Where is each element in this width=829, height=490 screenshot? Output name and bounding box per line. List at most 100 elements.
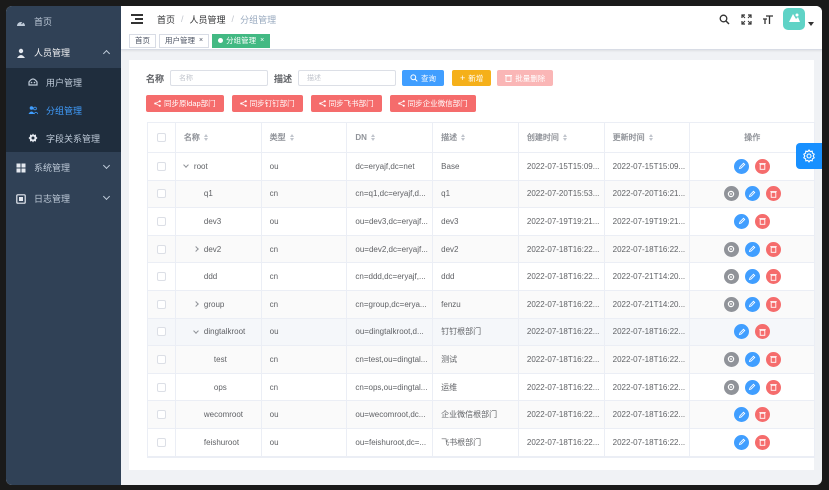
header-type[interactable]: 类型 bbox=[262, 123, 348, 152]
delete-row-button[interactable] bbox=[755, 158, 771, 174]
sync-ldap-button[interactable]: 同步原ldap部门 bbox=[146, 95, 224, 112]
table-row[interactable]: ddd cn cn=ddd,dc=eryajf,... ddd 2022-07-18T1… bbox=[148, 263, 814, 291]
row-checkbox[interactable] bbox=[156, 410, 166, 420]
tag-group-manage[interactable]: 分组管理 × bbox=[212, 33, 271, 48]
settings-row-button[interactable] bbox=[723, 379, 739, 395]
edit-row-button[interactable] bbox=[744, 269, 760, 285]
settings-row-button[interactable] bbox=[723, 296, 739, 312]
delete-row-button[interactable] bbox=[755, 434, 771, 450]
settings-row-button[interactable] bbox=[723, 269, 739, 285]
header-created[interactable]: 创建时间 bbox=[519, 123, 605, 152]
sync-dingtalk-button[interactable]: 同步钉钉部门 bbox=[231, 95, 303, 112]
row-checkbox[interactable] bbox=[156, 382, 166, 392]
expand-toggle-icon[interactable] bbox=[193, 328, 199, 334]
fullscreen-icon[interactable] bbox=[739, 12, 753, 26]
edit-row-button[interactable] bbox=[734, 407, 750, 423]
edit-row-button[interactable] bbox=[734, 324, 750, 340]
edit-row-button[interactable] bbox=[744, 241, 760, 257]
edit-row-button[interactable] bbox=[734, 158, 750, 174]
table-row[interactable]: dev2 cn ou=dev2,dc=eryajf... dev2 2022-07-18… bbox=[148, 235, 814, 264]
delete-row-button[interactable] bbox=[755, 407, 771, 423]
edit-row-button[interactable] bbox=[734, 434, 750, 450]
sort-icon[interactable] bbox=[203, 134, 208, 141]
query-button[interactable]: 查询 bbox=[402, 70, 445, 86]
delete-row-button[interactable] bbox=[765, 379, 781, 395]
edit-row-button[interactable] bbox=[744, 379, 760, 395]
add-button[interactable]: + 新增 bbox=[452, 70, 492, 86]
settings-button[interactable] bbox=[796, 143, 822, 169]
sidebar-item-system[interactable]: 系统管理 bbox=[6, 152, 121, 183]
row-checkbox[interactable] bbox=[156, 272, 166, 282]
row-checkbox[interactable] bbox=[156, 299, 166, 309]
search-icon[interactable] bbox=[717, 12, 731, 26]
breadcrumb-separator: / bbox=[181, 14, 184, 24]
edit-row-button[interactable] bbox=[734, 213, 750, 229]
expand-toggle-icon[interactable] bbox=[183, 162, 189, 169]
edit-row-button[interactable] bbox=[744, 351, 760, 367]
table-row[interactable]: wecomroot ou ou=wecomroot,dc... 企业微信根部门 2022… bbox=[148, 401, 814, 429]
desc-input[interactable]: 描述 bbox=[298, 70, 397, 86]
delete-row-button[interactable] bbox=[755, 213, 771, 229]
cell-name: root bbox=[176, 153, 262, 180]
close-icon[interactable]: × bbox=[199, 37, 203, 44]
sidebar-item-field-relation[interactable]: 字段关系管理 bbox=[6, 124, 121, 152]
settings-row-button[interactable] bbox=[723, 241, 739, 257]
table-row[interactable]: root ou dc=eryajf,dc=net Base 2022-07-15T15:… bbox=[148, 153, 814, 181]
row-checkbox[interactable] bbox=[156, 189, 166, 199]
sync-wecom-button[interactable]: 同步企业微信部门 bbox=[389, 95, 476, 112]
sort-icon[interactable] bbox=[461, 134, 466, 141]
row-checkbox[interactable] bbox=[156, 161, 166, 171]
delete-row-button[interactable] bbox=[765, 241, 781, 257]
tag-home[interactable]: 首页 bbox=[129, 33, 156, 48]
edit-row-button[interactable] bbox=[744, 296, 760, 312]
sidebar-item-log[interactable]: 日志管理 bbox=[6, 183, 121, 214]
batch-delete-button[interactable]: 批量删除 bbox=[497, 70, 554, 86]
header-updated[interactable]: 更新时间 bbox=[605, 123, 691, 152]
row-checkbox[interactable] bbox=[156, 244, 166, 254]
name-input[interactable]: 名称 bbox=[170, 70, 269, 86]
row-checkbox[interactable] bbox=[156, 216, 166, 226]
breadcrumb-personnel[interactable]: 人员管理 bbox=[190, 13, 226, 26]
table-row[interactable]: group cn cn=group,dc=erya... fenzu 2022-07-1… bbox=[148, 290, 814, 319]
settings-row-button[interactable] bbox=[723, 186, 739, 202]
sidebar-item-personnel[interactable]: 人员管理 bbox=[6, 37, 121, 68]
table-row[interactable]: feishuroot ou ou=feishuroot,dc=... 飞书根部门 202… bbox=[148, 428, 814, 457]
select-all-checkbox[interactable] bbox=[156, 133, 166, 142]
row-checkbox[interactable] bbox=[156, 327, 166, 337]
expand-toggle-icon[interactable] bbox=[193, 246, 199, 252]
sort-icon[interactable] bbox=[289, 134, 294, 141]
expand-toggle-icon[interactable] bbox=[193, 301, 199, 308]
header-dn[interactable]: DN bbox=[347, 123, 434, 152]
delete-row-button[interactable] bbox=[755, 324, 771, 340]
row-actions bbox=[721, 241, 784, 257]
row-checkbox[interactable] bbox=[156, 354, 166, 364]
breadcrumb-home[interactable]: 首页 bbox=[157, 13, 175, 26]
table-row[interactable]: dingtalkroot ou ou=dingtalkroot,d... 钉钉根部门 2… bbox=[148, 318, 814, 347]
table-row[interactable]: test cn cn=test,ou=dingtal... 测试 2022-07-18T… bbox=[148, 346, 814, 374]
delete-row-button[interactable] bbox=[765, 351, 781, 367]
avatar[interactable] bbox=[783, 8, 805, 30]
delete-row-button[interactable] bbox=[765, 269, 781, 285]
row-checkbox[interactable] bbox=[156, 437, 166, 447]
sidebar-item-group-manage[interactable]: 分组管理 bbox=[6, 96, 121, 124]
font-size-icon[interactable] bbox=[761, 12, 775, 26]
sync-feishu-button[interactable]: 同步飞书部门 bbox=[310, 95, 382, 112]
header-desc[interactable]: 描述 bbox=[433, 123, 519, 152]
sort-icon[interactable] bbox=[648, 134, 653, 141]
delete-row-button[interactable] bbox=[765, 296, 781, 312]
settings-row-button[interactable] bbox=[723, 351, 739, 367]
sort-icon[interactable] bbox=[370, 134, 375, 141]
table-row[interactable]: q1 cn cn=q1,dc=eryajf,d... q1 2022-07-20T15:… bbox=[148, 180, 814, 209]
sidebar-item-user-manage[interactable]: 用户管理 bbox=[6, 68, 121, 96]
tag-user-manage[interactable]: 用户管理 × bbox=[159, 33, 210, 48]
sort-icon[interactable] bbox=[562, 134, 567, 141]
edit-row-button[interactable] bbox=[744, 186, 760, 202]
close-icon[interactable]: × bbox=[260, 37, 264, 44]
caret-down-icon[interactable] bbox=[808, 22, 814, 26]
table-row[interactable]: dev3 ou ou=dev3,dc=eryajf... dev3 2022-07-19… bbox=[148, 208, 814, 236]
hamburger-icon[interactable] bbox=[131, 14, 143, 24]
delete-row-button[interactable] bbox=[765, 186, 781, 202]
header-name[interactable]: 名称 bbox=[176, 123, 262, 152]
table-row[interactable]: ops cn cn=ops,ou=dingtal... 运维 2022-07-18T16… bbox=[148, 373, 814, 402]
sidebar-item-home[interactable]: 首页 bbox=[6, 6, 121, 37]
